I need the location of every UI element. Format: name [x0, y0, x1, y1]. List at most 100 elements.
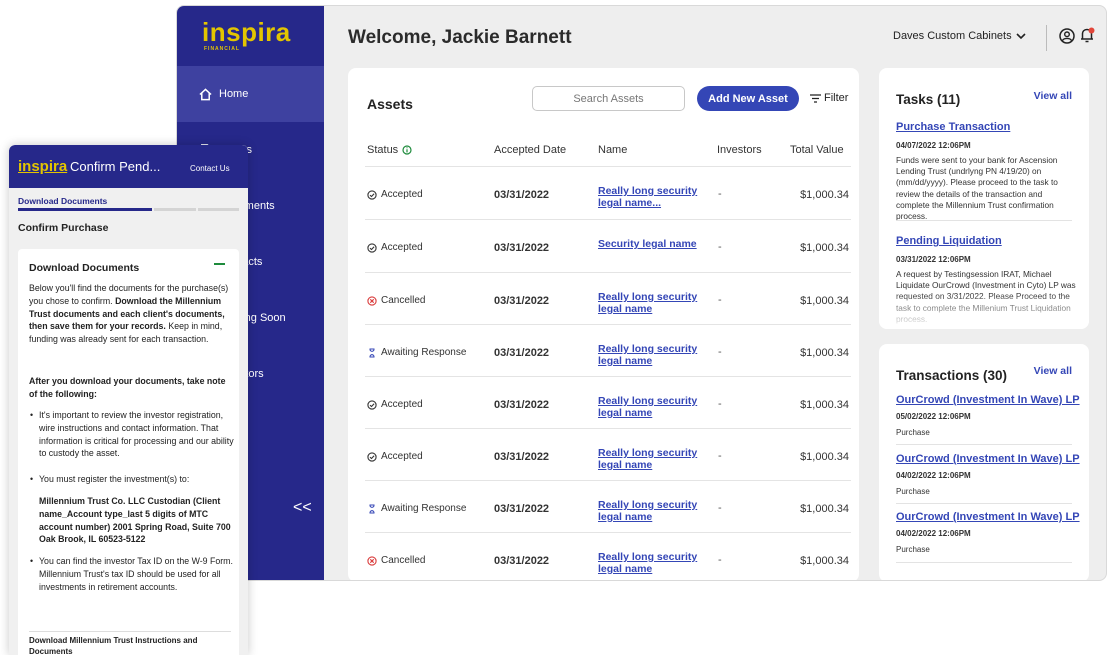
investors: -: [718, 346, 722, 358]
table-row[interactable]: Accepted 03/31/2022 Security legal name - $1…: [365, 219, 851, 271]
asset-name-link[interactable]: Really long security legal name: [598, 343, 708, 367]
mobile-logo[interactable]: inspira: [18, 158, 67, 175]
download-instructions-link[interactable]: Download Millennium Trust Instructions a…: [29, 635, 234, 655]
transaction-date: 04/02/2022 12:06PM: [896, 471, 971, 480]
search-input[interactable]: Search Assets: [532, 86, 685, 111]
transaction-link[interactable]: OurCrowd (Investment In Wave) LP: [896, 453, 1080, 465]
investors: -: [718, 450, 722, 462]
check-circle-icon: [367, 189, 377, 200]
status-badge: Awaiting Response: [367, 503, 466, 514]
task-link[interactable]: Purchase Transaction: [896, 121, 1010, 133]
status-label: Accepted: [381, 242, 423, 253]
investors: -: [718, 241, 722, 253]
total-value: $1,000.34: [800, 189, 849, 201]
collapse-sidebar-button[interactable]: <<: [293, 499, 312, 517]
column-header-name[interactable]: Name: [598, 144, 627, 156]
divider: [896, 220, 1072, 221]
accepted-date: 03/31/2022: [494, 295, 550, 307]
logo-subtitle: FINANCIAL: [204, 46, 240, 52]
table-row[interactable]: Cancelled 03/31/2022 Really long security …: [365, 272, 851, 324]
accepted-date: 03/31/2022: [494, 242, 550, 254]
divider: [29, 631, 231, 632]
asset-name-link[interactable]: Really long security legal name: [598, 395, 708, 419]
after-download-heading: After you download your documents, take …: [29, 376, 226, 399]
bullet-item: It's important to review the investor re…: [29, 409, 234, 460]
investors: -: [718, 188, 722, 200]
column-header-accepted-date[interactable]: Accepted Date: [494, 144, 566, 156]
asset-name-link[interactable]: Really long security legal name: [598, 499, 708, 523]
transactions-title: Transactions (30): [896, 368, 1008, 383]
transactions-view-all-link[interactable]: View all: [1034, 365, 1072, 377]
task-description: Funds were sent to your bank for Ascensi…: [896, 155, 1058, 222]
collapse-toggle[interactable]: [214, 263, 225, 265]
column-header-status[interactable]: Status: [367, 144, 412, 156]
asset-name-link[interactable]: Really long security legal name...: [598, 185, 708, 209]
status-header-label: Status: [367, 144, 399, 156]
status-badge: Accepted: [367, 189, 423, 200]
check-circle-icon: [367, 242, 377, 253]
status-label: Accepted: [381, 451, 423, 462]
status-badge: Cancelled: [367, 295, 425, 306]
add-asset-button[interactable]: Add New Asset: [697, 86, 799, 111]
status-label: Awaiting Response: [381, 347, 467, 358]
status-badge: Accepted: [367, 399, 423, 410]
status-badge: Cancelled: [367, 555, 425, 566]
accepted-date: 03/31/2022: [494, 189, 550, 201]
investors: -: [718, 554, 722, 566]
nav-label: Home: [219, 88, 249, 100]
hourglass-icon: [367, 347, 377, 358]
table-row[interactable]: Awaiting Response 03/31/2022 Really long s…: [365, 480, 851, 532]
column-header-total-value[interactable]: Total Value: [790, 144, 844, 156]
topbar-divider: [1046, 25, 1047, 51]
total-value: $1,000.34: [800, 295, 849, 307]
transaction-type: Purchase: [896, 428, 930, 437]
column-header-investors[interactable]: Investors: [717, 144, 762, 156]
transaction-type: Purchase: [896, 487, 930, 496]
transaction-link[interactable]: OurCrowd (Investment In Wave) LP: [896, 511, 1080, 523]
step-download-documents[interactable]: Download Documents: [18, 196, 107, 206]
chevron-down-icon: [1016, 33, 1026, 40]
investors: -: [718, 398, 722, 410]
company-selector[interactable]: Daves Custom Cabinets: [893, 30, 1026, 42]
asset-name-link[interactable]: Really long security legal name: [598, 291, 708, 315]
mobile-screen: inspira Confirm Pend... Contact Us Downl…: [9, 145, 248, 655]
asset-name-link[interactable]: Really long security legal name: [598, 551, 708, 575]
bullet-item: You can find the investor Tax ID on the …: [29, 555, 234, 593]
filter-icon: [810, 93, 821, 103]
table-row[interactable]: Accepted 03/31/2022 Really long security l…: [365, 428, 851, 480]
transaction-link[interactable]: OurCrowd (Investment In Wave) LP: [896, 394, 1080, 406]
assets-title: Assets: [367, 96, 413, 112]
accepted-date: 03/31/2022: [494, 347, 550, 359]
status-badge: Accepted: [367, 451, 423, 462]
status-label: Cancelled: [381, 295, 426, 306]
x-circle-icon: [367, 295, 377, 306]
logo[interactable]: inspira: [202, 17, 291, 48]
account-icon[interactable]: [1059, 28, 1075, 44]
accepted-date: 03/31/2022: [494, 555, 550, 567]
contact-us-link[interactable]: Contact Us: [190, 164, 230, 173]
table-row[interactable]: Cancelled 03/31/2022 Really long security …: [365, 532, 851, 580]
status-label: Awaiting Response: [381, 503, 467, 514]
asset-name-link[interactable]: Security legal name: [598, 238, 708, 250]
table-row[interactable]: Accepted 03/31/2022 Really long security l…: [365, 166, 851, 218]
nav-item-home[interactable]: Home: [177, 66, 324, 122]
hourglass-icon: [367, 503, 377, 514]
status-label: Cancelled: [381, 555, 426, 566]
notification-bell-icon[interactable]: [1079, 27, 1095, 44]
filter-button[interactable]: Filter: [810, 92, 848, 104]
total-value: $1,000.34: [800, 347, 849, 359]
accepted-date: 03/31/2022: [494, 503, 550, 515]
table-row[interactable]: Awaiting Response 03/31/2022 Really long s…: [365, 324, 851, 376]
asset-name-link[interactable]: Really long security legal name: [598, 447, 708, 471]
progress-step: [154, 208, 196, 211]
accepted-date: 03/31/2022: [494, 451, 550, 463]
table-row[interactable]: Accepted 03/31/2022 Really long security l…: [365, 376, 851, 428]
transaction-date: 05/02/2022 12:06PM: [896, 412, 971, 421]
tasks-view-all-link[interactable]: View all: [1034, 90, 1072, 102]
task-link[interactable]: Pending Liquidation: [896, 235, 1002, 247]
status-badge: Accepted: [367, 242, 423, 253]
info-icon: [402, 145, 412, 155]
bullet-item: You must register the investment(s) to:: [29, 473, 234, 486]
download-documents-card: Download Documents Below you'll find the…: [18, 249, 239, 655]
investors: -: [718, 294, 722, 306]
